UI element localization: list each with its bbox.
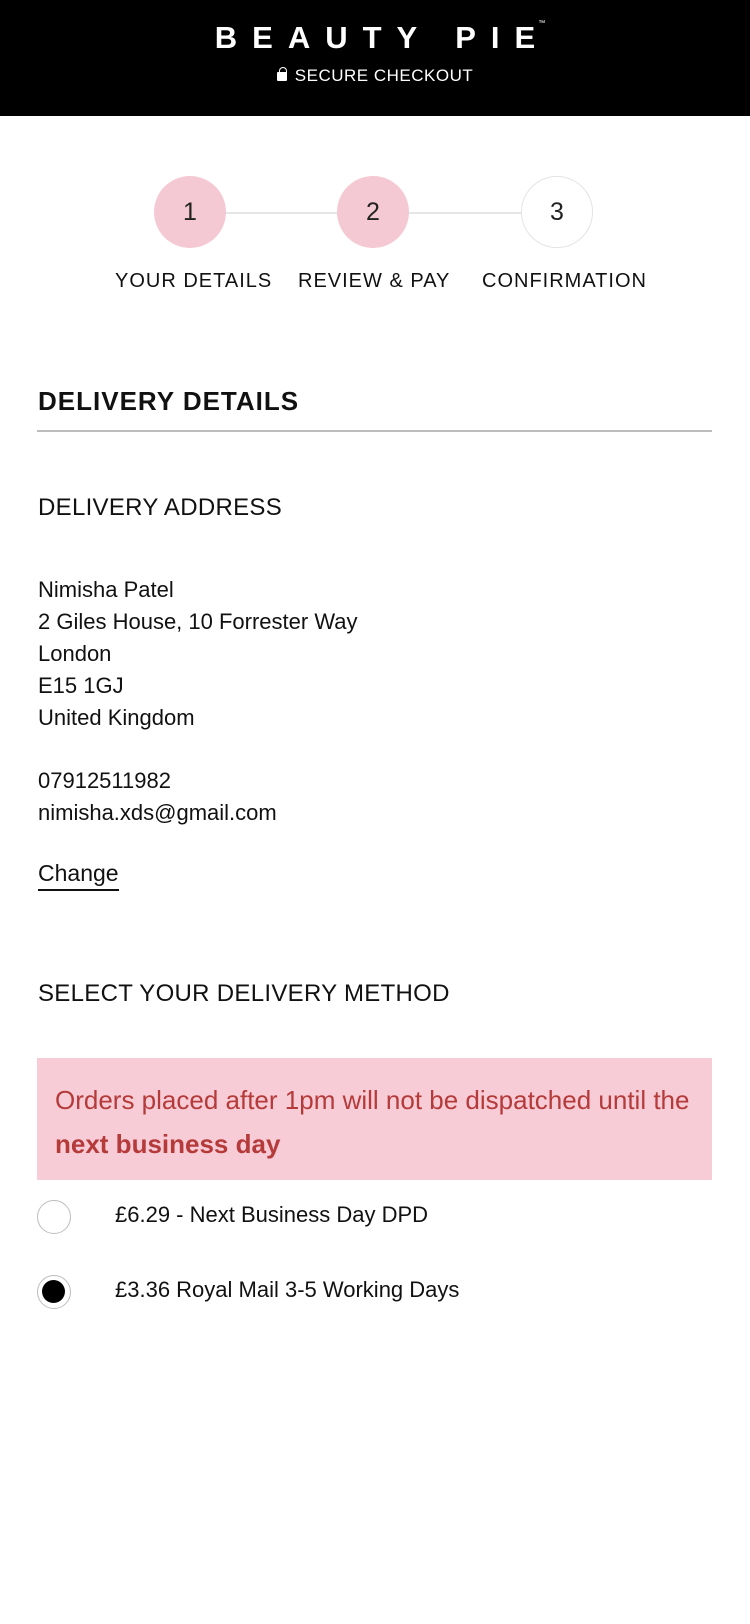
address-spacer bbox=[38, 734, 358, 765]
address-postcode: E15 1GJ bbox=[38, 673, 124, 698]
dispatch-notice-banner: Orders placed after 1pm will not be disp… bbox=[37, 1058, 712, 1180]
radio-button[interactable] bbox=[37, 1200, 71, 1234]
address-email: nimisha.xds@gmail.com bbox=[38, 800, 277, 825]
step-number-circle: 2 bbox=[337, 176, 409, 248]
delivery-address-block: Nimisha Patel 2 Giles House, 10 Forreste… bbox=[38, 574, 358, 829]
section-divider bbox=[37, 430, 712, 432]
brand-name: BEAUTY PIE bbox=[214, 20, 551, 55]
step-label: REVIEW & PAY bbox=[298, 270, 451, 292]
secure-checkout-text: SECURE CHECKOUT bbox=[294, 66, 474, 85]
delivery-address-heading: DELIVERY ADDRESS bbox=[38, 494, 283, 521]
radio-button-selected[interactable] bbox=[37, 1275, 71, 1309]
address-city: London bbox=[38, 641, 112, 666]
step-your-details[interactable]: 1 YOUR DETAILS bbox=[115, 176, 273, 293]
step-number-circle: 1 bbox=[154, 176, 226, 248]
step-label: CONFIRMATION bbox=[482, 270, 647, 292]
header-bar: BEAUTY PIE™ SECURE CHECKOUT bbox=[0, 0, 750, 116]
brand-logo[interactable]: BEAUTY PIE™ bbox=[0, 20, 750, 56]
delivery-option-royal-mail[interactable]: £3.36 Royal Mail 3-5 Working Days bbox=[37, 1275, 677, 1315]
step-label: YOUR DETAILS bbox=[115, 270, 273, 292]
step-confirmation: 3 CONFIRMATION bbox=[482, 176, 647, 293]
checkout-stepper: 1 YOUR DETAILS 2 REVIEW & PAY 3 CONFIRMA… bbox=[0, 176, 750, 306]
delivery-option-label: £3.36 Royal Mail 3-5 Working Days bbox=[115, 1277, 460, 1302]
trademark-mark: ™ bbox=[538, 20, 546, 27]
secure-checkout-label: SECURE CHECKOUT bbox=[0, 66, 750, 86]
address-phone: 07912511982 bbox=[38, 768, 171, 793]
notice-text: Orders placed after 1pm will not be disp… bbox=[55, 1085, 690, 1115]
lock-icon bbox=[276, 67, 287, 81]
step-number-circle: 3 bbox=[521, 176, 593, 248]
delivery-option-label: £6.29 - Next Business Day DPD bbox=[115, 1202, 429, 1227]
change-address-link[interactable]: Change bbox=[38, 860, 119, 891]
address-name: Nimisha Patel bbox=[38, 577, 174, 602]
step-review-pay[interactable]: 2 REVIEW & PAY bbox=[298, 176, 451, 293]
delivery-method-heading: SELECT YOUR DELIVERY METHOD bbox=[38, 980, 450, 1007]
delivery-option-dpd[interactable]: £6.29 - Next Business Day DPD bbox=[37, 1200, 677, 1240]
address-country: United Kingdom bbox=[38, 705, 195, 730]
address-line1: 2 Giles House, 10 Forrester Way bbox=[38, 609, 358, 634]
notice-emphasis: next business day bbox=[55, 1129, 281, 1159]
delivery-details-heading: DELIVERY DETAILS bbox=[38, 386, 300, 416]
